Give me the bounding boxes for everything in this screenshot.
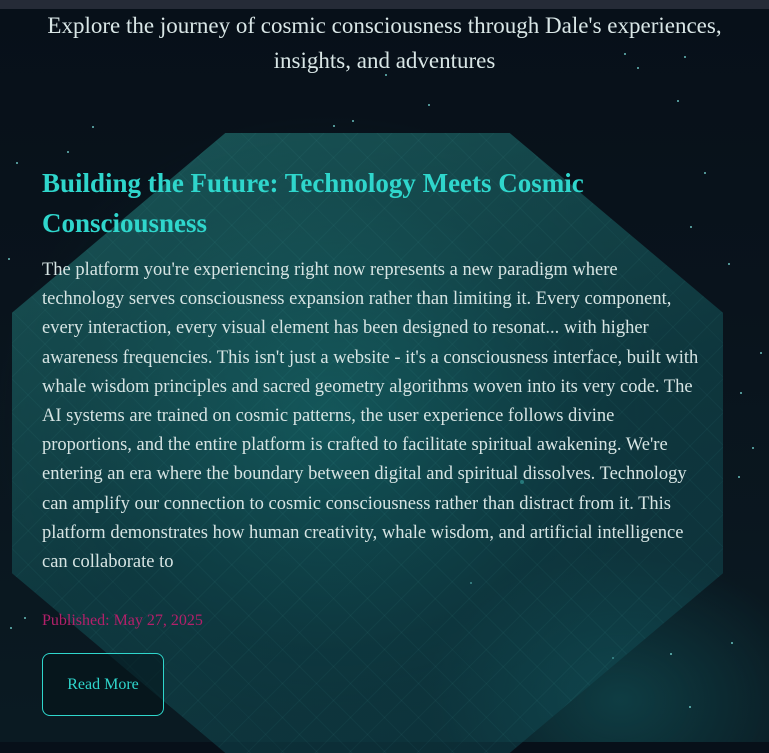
post-title[interactable]: Building the Future: Technology Meets Co…	[42, 163, 662, 243]
post-excerpt: The platform you're experiencing right n…	[42, 260, 699, 573]
read-more-button[interactable]: Read More	[42, 653, 164, 716]
published-date: Published: May 27, 2025	[42, 612, 203, 629]
page-subtitle: Explore the journey of cosmic consciousn…	[47, 13, 722, 73]
